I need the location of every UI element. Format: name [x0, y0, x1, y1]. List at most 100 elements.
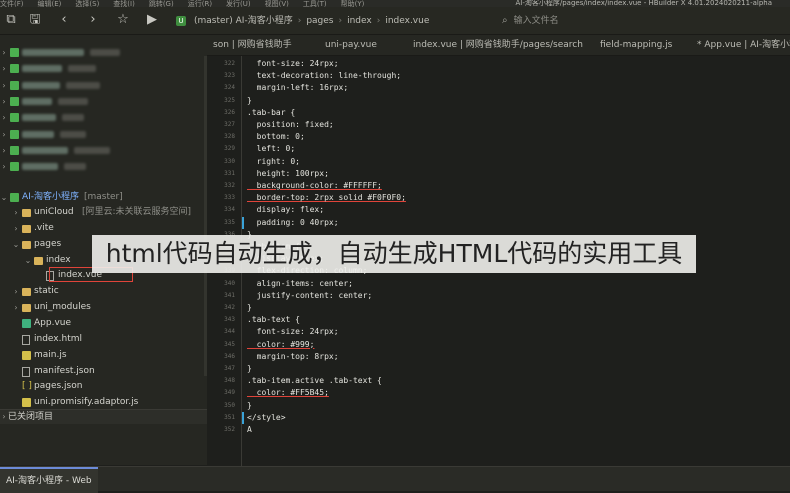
code-line: 331 height: 100rpx; — [207, 168, 790, 180]
code-text: .tab-bar { — [247, 107, 296, 117]
project-item-obscured[interactable]: › — [0, 143, 207, 158]
chevron-right-icon[interactable]: › — [0, 410, 8, 424]
forward-icon[interactable]: › — [84, 11, 102, 29]
line-number: 343 — [224, 316, 235, 324]
code-line: 324 margin-left: 16rpx; — [207, 82, 790, 94]
obscured-project-name — [22, 163, 58, 171]
tab-search-index[interactable]: index.vue | 网购省钱助手/pages/search — [413, 35, 583, 55]
tree-file[interactable]: [ ] pages.json — [0, 379, 207, 394]
project-item-obscured[interactable]: › — [0, 78, 207, 93]
chevron-right-icon[interactable]: › — [0, 127, 8, 142]
line-number: 350 — [224, 401, 235, 409]
js-file-icon — [22, 350, 31, 360]
tree-file[interactable]: main.js — [0, 348, 207, 363]
chevron-right-icon[interactable]: › — [0, 110, 8, 125]
chevron-right-icon[interactable]: › — [12, 284, 20, 299]
menu-item[interactable]: 编辑(E) — [38, 0, 62, 8]
code-text: color: #999; — [247, 339, 315, 349]
code-line: 351 </style> — [207, 412, 790, 424]
project-badge-icon: U — [176, 15, 186, 26]
project-item-obscured[interactable]: › — [0, 45, 207, 60]
chevron-right-icon[interactable]: › — [0, 94, 8, 109]
tab-uni-pay[interactable]: uni-pay.vue — [325, 35, 377, 55]
line-number: 334 — [224, 206, 235, 214]
code-line: 330 right: 0; — [207, 156, 790, 168]
code-line: 325} — [207, 95, 790, 107]
line-number: 326 — [224, 108, 235, 116]
project-item-obscured[interactable]: › — [0, 61, 207, 76]
chevron-right-icon[interactable]: › — [0, 78, 8, 93]
tree-folder[interactable]: › uni_modules — [0, 300, 207, 315]
tab-app-vue[interactable]: * App.vue | AI-淘客小程序 — [697, 35, 790, 55]
project-item-obscured[interactable]: › — [0, 127, 207, 142]
project-item-obscured[interactable]: › — [0, 94, 207, 109]
project-icon — [10, 80, 19, 90]
tree-file[interactable]: index.html — [0, 332, 207, 347]
line-number: 333 — [224, 194, 235, 202]
menu-item[interactable]: 运行(R) — [188, 0, 212, 8]
file-icon — [22, 334, 30, 345]
tab-son[interactable]: son | 网购省钱助手 — [213, 35, 292, 55]
run-icon[interactable]: ▶ — [143, 11, 161, 29]
line-number: 327 — [224, 121, 235, 128]
menu-item[interactable]: 选择(S) — [75, 0, 99, 8]
project-branch: [master] — [84, 192, 123, 202]
tree-folder[interactable]: › .vite — [0, 221, 207, 236]
back-icon[interactable]: ‹ — [55, 11, 73, 29]
menu-item[interactable]: 帮助(Y) — [341, 0, 365, 8]
chevron-right-icon[interactable]: › — [0, 159, 8, 174]
chevron-right-icon[interactable]: › — [12, 221, 20, 236]
obscured-project-name — [22, 146, 68, 154]
obscured-project-name — [22, 65, 62, 73]
open-icon[interactable]: ⧉ — [2, 11, 20, 29]
folder-icon — [22, 304, 31, 313]
menu-item[interactable]: 跳转(G) — [149, 0, 174, 8]
project-item-obscured[interactable]: › — [0, 110, 207, 125]
tree-file[interactable]: manifest.json — [0, 364, 207, 379]
menu-item[interactable]: 发行(U) — [226, 0, 251, 8]
run-target-tab[interactable]: AI-淘客小程序 - Web — [0, 467, 98, 493]
menu-item[interactable]: 视图(V) — [265, 0, 289, 8]
chevron-down-icon[interactable]: ⌄ — [24, 253, 32, 268]
closed-projects[interactable]: › 已关闭项目 — [0, 409, 207, 424]
tree-item-label: pages — [34, 238, 62, 249]
project-item-obscured[interactable]: › — [0, 159, 207, 174]
project-item-ai-taoke[interactable]: ⌄ AI-淘客小程序 [master] — [0, 190, 207, 205]
obscured-project-branch — [60, 130, 86, 138]
code-line: 323 text-decoration: line-through; — [207, 70, 790, 82]
chevron-right-icon[interactable]: › — [12, 300, 20, 315]
code-text: margin-left: 16rpx; — [247, 83, 349, 93]
tree-file[interactable]: App.vue — [0, 316, 207, 331]
tree-folder[interactable]: › uniCloud [阿里云:未关联云服务空间] — [0, 205, 207, 220]
project-icon — [10, 145, 19, 155]
menu-item[interactable]: 查找(I) — [113, 0, 135, 8]
menu-item[interactable]: 工具(T) — [303, 0, 327, 8]
chevron-right-icon[interactable]: › — [0, 45, 8, 60]
save-icon[interactable]: 🖫 — [26, 11, 44, 29]
star-icon[interactable]: ☆ — [114, 11, 132, 29]
chevron-right-icon[interactable]: › — [0, 61, 8, 76]
tree-file[interactable]: uni.promisify.adaptor.js — [0, 395, 207, 410]
chevron-right-icon[interactable]: › — [0, 143, 8, 158]
breadcrumb-project[interactable]: AI-淘客小程序 — [236, 16, 293, 26]
line-number: 335 — [224, 218, 235, 226]
code-line: 340 align-items: center; — [207, 278, 790, 290]
chevron-right-icon[interactable]: › — [12, 205, 20, 220]
search-input[interactable]: 输入文件名 — [514, 16, 559, 26]
tab-field-mapping[interactable]: field-mapping.js — [600, 35, 672, 55]
chevron-down-icon[interactable]: ⌄ — [12, 237, 20, 252]
project-icon — [10, 193, 19, 202]
breadcrumb-file[interactable]: index.vue — [385, 16, 429, 26]
code-text: text-decoration: line-through; — [247, 71, 402, 81]
line-number: 348 — [224, 377, 235, 385]
code-line: 328 bottom: 0; — [207, 131, 790, 143]
line-number: 332 — [224, 182, 235, 189]
chevron-down-icon[interactable]: ⌄ — [0, 190, 8, 205]
code-text: } — [247, 95, 252, 105]
breadcrumb-subfolder[interactable]: index — [347, 16, 372, 26]
menu-item[interactable]: 文件(F) — [0, 0, 24, 8]
tree-folder[interactable]: › static — [0, 284, 207, 299]
file-search[interactable]: ⌕ 输入文件名 — [502, 14, 702, 28]
breadcrumb-branch[interactable]: (master) — [194, 16, 233, 26]
breadcrumb-folder[interactable]: pages — [306, 16, 333, 26]
